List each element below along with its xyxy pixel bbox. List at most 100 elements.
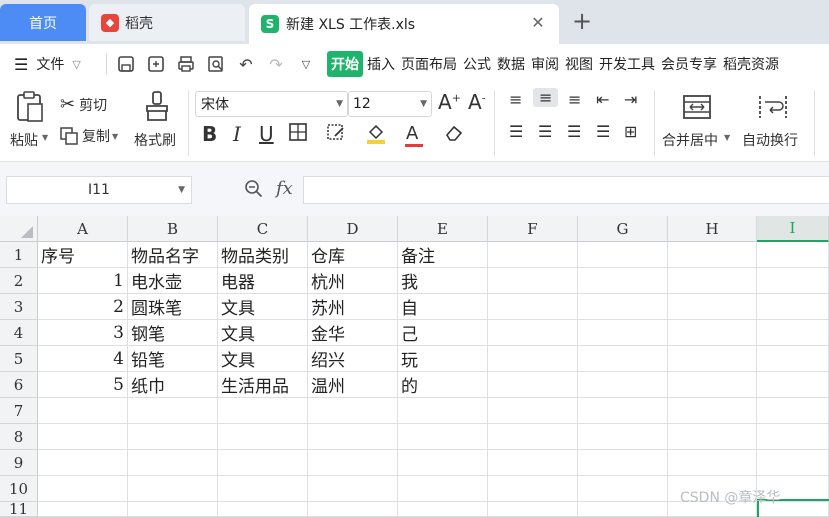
copy-button[interactable]: 复制 ▼ — [60, 126, 118, 146]
cell-i6[interactable] — [757, 372, 829, 398]
clear-format-icon[interactable] — [444, 122, 464, 147]
cell-style-icon[interactable] — [326, 122, 346, 147]
tab-home[interactable]: 首页 — [0, 4, 86, 41]
cell-g6[interactable] — [578, 372, 668, 398]
menu-data[interactable]: 数据 — [497, 54, 525, 74]
cell-f6[interactable] — [488, 372, 578, 398]
cell-e5[interactable]: 玩 — [398, 346, 488, 372]
cell-a8[interactable] — [38, 424, 128, 450]
cell-e2[interactable]: 我 — [398, 268, 488, 294]
cell-f7[interactable] — [488, 398, 578, 424]
cell-e6[interactable]: 的 — [398, 372, 488, 398]
cell-e9[interactable] — [398, 450, 488, 476]
column-header-i[interactable]: I — [757, 216, 829, 242]
font-name-select[interactable]: 宋体 ▼ — [195, 91, 348, 117]
cell-e8[interactable] — [398, 424, 488, 450]
cell-g3[interactable] — [578, 294, 668, 320]
cell-d8[interactable] — [308, 424, 398, 450]
align-right-icon[interactable]: ☰ — [567, 122, 581, 141]
cell-f5[interactable] — [488, 346, 578, 372]
menu-review[interactable]: 审阅 — [531, 54, 559, 74]
cell-h6[interactable] — [668, 372, 757, 398]
align-bottom-icon[interactable]: ≡ — [568, 90, 581, 109]
row-header-7[interactable]: 7 — [0, 398, 38, 424]
cell-e1[interactable]: 备注 — [398, 242, 488, 268]
cell-b1[interactable]: 物品名字 — [128, 242, 218, 268]
customize-quickbar-icon[interactable]: ▽ — [293, 51, 319, 77]
cell-c2[interactable]: 电器 — [218, 268, 308, 294]
close-icon[interactable]: ✕ — [529, 14, 547, 32]
select-all-corner[interactable] — [0, 216, 38, 242]
cell-g10[interactable] — [578, 476, 668, 502]
cell-e4[interactable]: 己 — [398, 320, 488, 346]
cell-a10[interactable] — [38, 476, 128, 502]
justify-icon[interactable]: ☰ — [596, 122, 610, 141]
underline-icon[interactable]: U — [259, 122, 274, 146]
cell-d2[interactable]: 杭州 — [308, 268, 398, 294]
column-header-b[interactable]: B — [128, 216, 218, 242]
cell-g2[interactable] — [578, 268, 668, 294]
cell-f11[interactable] — [488, 502, 578, 517]
save-icon[interactable] — [113, 51, 139, 77]
cell-b8[interactable] — [128, 424, 218, 450]
cell-b6[interactable]: 纸巾 — [128, 372, 218, 398]
new-tab-button[interactable]: + — [570, 8, 594, 36]
row-header-1[interactable]: 1 — [0, 242, 38, 268]
cell-b10[interactable] — [128, 476, 218, 502]
menu-formulas[interactable]: 公式 — [463, 54, 491, 74]
cell-b9[interactable] — [128, 450, 218, 476]
cell-g9[interactable] — [578, 450, 668, 476]
row-header-10[interactable]: 10 — [0, 476, 38, 502]
menu-start[interactable]: 开始 — [327, 51, 363, 77]
decrease-font-icon[interactable]: A- — [468, 90, 486, 114]
row-header-2[interactable]: 2 — [0, 268, 38, 294]
row-header-4[interactable]: 4 — [0, 320, 38, 346]
row-header-3[interactable]: 3 — [0, 294, 38, 320]
format-painter-button[interactable]: 格式刷 — [132, 88, 182, 156]
cell-d6[interactable]: 温州 — [308, 372, 398, 398]
redo-icon[interactable]: ↷ — [263, 51, 289, 77]
cell-f10[interactable] — [488, 476, 578, 502]
borders-icon[interactable] — [288, 122, 308, 147]
cell-a11[interactable] — [38, 502, 128, 517]
increase-indent-icon[interactable]: ⇥ — [624, 90, 637, 109]
cell-g7[interactable] — [578, 398, 668, 424]
formula-input[interactable] — [303, 176, 829, 204]
export-icon[interactable] — [143, 51, 169, 77]
menu-developer[interactable]: 开发工具 — [599, 54, 655, 74]
cell-i7[interactable] — [757, 398, 829, 424]
column-header-g[interactable]: G — [578, 216, 668, 242]
undo-icon[interactable]: ↶ — [233, 51, 259, 77]
cell-d3[interactable]: 苏州 — [308, 294, 398, 320]
cell-i3[interactable] — [757, 294, 829, 320]
cell-g4[interactable] — [578, 320, 668, 346]
cell-h8[interactable] — [668, 424, 757, 450]
cell-b3[interactable]: 圆珠笔 — [128, 294, 218, 320]
decrease-indent-icon[interactable]: ⇤ — [596, 90, 609, 109]
cell-a5[interactable]: 4 — [38, 346, 128, 372]
cell-b2[interactable]: 电水壶 — [128, 268, 218, 294]
cell-g1[interactable] — [578, 242, 668, 268]
menu-page-layout[interactable]: 页面布局 — [401, 54, 457, 74]
align-top-icon[interactable]: ≡ — [509, 90, 522, 109]
cell-f4[interactable] — [488, 320, 578, 346]
cell-i8[interactable] — [757, 424, 829, 450]
cell-c1[interactable]: 物品类别 — [218, 242, 308, 268]
tab-spreadsheet[interactable]: S 新建 XLS 工作表.xls ✕ — [249, 4, 559, 44]
cell-g5[interactable] — [578, 346, 668, 372]
cell-c10[interactable] — [218, 476, 308, 502]
bold-icon[interactable]: B — [202, 122, 217, 146]
cell-h7[interactable] — [668, 398, 757, 424]
cell-a1[interactable]: 序号 — [38, 242, 128, 268]
row-header-9[interactable]: 9 — [0, 450, 38, 476]
cell-a7[interactable] — [38, 398, 128, 424]
cell-f2[interactable] — [488, 268, 578, 294]
cell-f9[interactable] — [488, 450, 578, 476]
cell-a2[interactable]: 1 — [38, 268, 128, 294]
row-header-5[interactable]: 5 — [0, 346, 38, 372]
cell-a6[interactable]: 5 — [38, 372, 128, 398]
cell-c6[interactable]: 生活用品 — [218, 372, 308, 398]
zoom-icon[interactable] — [244, 179, 264, 204]
cell-e7[interactable] — [398, 398, 488, 424]
column-header-d[interactable]: D — [308, 216, 398, 242]
